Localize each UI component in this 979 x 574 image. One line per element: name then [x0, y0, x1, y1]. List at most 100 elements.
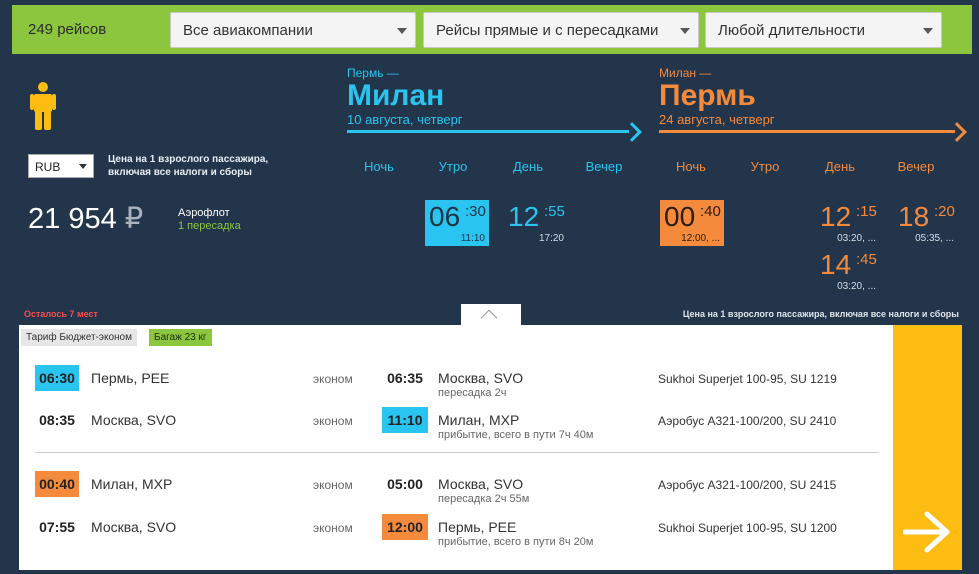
outbound-slot-selected[interactable]: 06 :30 11:10 [425, 200, 489, 246]
slot-hours: 12 [508, 201, 540, 232]
segment-note: пересадка 2ч 55м [438, 493, 530, 505]
arrow-right-icon [622, 122, 642, 142]
segment-departure-city: Милан, MXP [91, 476, 173, 492]
flights-count: 249 рейсов [28, 21, 107, 38]
return-arrow-line [659, 130, 955, 133]
return-from: Милан — [659, 66, 712, 80]
seats-left: Осталось 7 мест [24, 309, 98, 319]
stops-count: 1 пересадка [178, 220, 241, 232]
slot-arrival: 12:00, ... [681, 233, 720, 244]
tod-out-night: Ночь [364, 159, 394, 174]
duration-dropdown-label: Любой длительности [718, 22, 865, 39]
airline-name: Аэрофлот [178, 207, 230, 219]
flight-details-panel: Тариф Бюджет-эконом Багаж 23 кг 06:30 Пе… [19, 325, 893, 570]
currency-select[interactable]: RUB [28, 154, 94, 178]
segment-departure-city: Москва, SVO [91, 412, 177, 428]
slot-minutes: :55 [544, 203, 565, 220]
chevron-down-icon [680, 28, 690, 34]
segment-arrival-city: Москва, SVO [438, 370, 524, 386]
chevron-down-icon [923, 28, 933, 34]
tod-out-evening: Вечер [585, 159, 623, 174]
duration-dropdown[interactable]: Любой длительности [705, 12, 942, 48]
slot-arrival: 11:10 [460, 233, 485, 244]
segment-aircraft: Аэробус А321-100/200, SU 2410 [658, 414, 837, 428]
ticket-price: 21 954 ₽ [28, 201, 143, 236]
segment-row: 07:55 Москва, SVO эконом 12:00 Пермь, PE… [19, 510, 893, 548]
return-slot[interactable]: 14 :45 03:20, ... [816, 248, 880, 294]
segment-note: прибытие, всего в пути 7ч 40м [438, 429, 594, 441]
segment-class: эконом [313, 414, 353, 428]
chevron-up-icon [480, 309, 498, 327]
arrow-right-icon [903, 511, 950, 553]
return-direction: Милан — Пермь 24 августа, четверг [659, 66, 775, 127]
outbound-slot[interactable]: 12 :55 17:20 [504, 200, 568, 246]
segment-row: 00:40 Милан, MXP эконом 05:00 Москва, SV… [19, 467, 893, 505]
collapse-details-button[interactable] [461, 304, 521, 327]
filter-bar: 249 рейсов Все авиакомпании Рейсы прямые… [12, 0, 972, 54]
segment-arrival-city: Москва, SVO [438, 476, 524, 492]
chevron-down-icon [397, 28, 407, 34]
slot-hours: 18 [898, 201, 930, 232]
return-slot[interactable]: 18 :20 05:35, ... [894, 200, 958, 246]
slot-hours: 12 [820, 201, 852, 232]
segment-arrival-time: 05:00 [387, 476, 423, 492]
outbound-date: 10 августа, четверг [347, 112, 463, 127]
stops-dropdown-label: Рейсы прямые и с пересадками [436, 22, 659, 39]
segment-departure-time: 06:30 [35, 365, 79, 391]
currency-select-value: RUB [35, 160, 61, 174]
stops-dropdown[interactable]: Рейсы прямые и с пересадками [423, 12, 699, 48]
baggage-badge: Багаж 23 кг [149, 329, 212, 346]
price-note: Цена на 1 взрослого пассажира, включая в… [108, 154, 269, 178]
return-slot[interactable]: 12 :15 03:20, ... [816, 200, 880, 246]
slot-minutes: :20 [934, 203, 955, 220]
segments-divider [35, 452, 879, 453]
tod-ret-evening: Вечер [897, 159, 935, 174]
tod-out-day: День [513, 159, 543, 174]
passenger-icon[interactable] [30, 82, 56, 130]
slot-arrival: 17:20 [538, 233, 564, 244]
segment-arrival-time: 11:10 [382, 407, 428, 433]
segment-note: прибытие, всего в пути 8ч 20м [438, 536, 594, 548]
segment-aircraft: Sukhoi Superjet 100-95, SU 1219 [658, 372, 837, 386]
tariff-badge: Тариф Бюджет-эконом [21, 329, 137, 346]
airlines-dropdown[interactable]: Все авиакомпании [170, 12, 416, 48]
flight-search-page: 249 рейсов Все авиакомпании Рейсы прямые… [0, 0, 979, 574]
return-slot-selected[interactable]: 00 :40 12:00, ... [660, 200, 724, 246]
segment-class: эконом [313, 372, 353, 386]
price-note-bottom: Цена на 1 взрослого пассажира, включая в… [682, 309, 959, 319]
chevron-down-icon [79, 164, 87, 169]
segment-class: эконом [313, 521, 353, 535]
slot-hours: 14 [820, 249, 852, 280]
segment-departure-city: Москва, SVO [91, 519, 177, 535]
slot-arrival: 05:35, ... [915, 233, 954, 244]
segment-arrival-city: Пермь, PEE [438, 519, 517, 535]
slot-minutes: :30 [465, 203, 486, 220]
return-city: Пермь [659, 79, 756, 112]
tod-ret-day: День [825, 159, 855, 174]
segment-row: 06:30 Пермь, PEE эконом 06:35 Москва, SV… [19, 361, 893, 399]
segment-departure-city: Пермь, PEE [91, 370, 170, 386]
outbound-direction: Пермь — Милан 10 августа, четверг [347, 66, 463, 127]
segment-aircraft: Sukhoi Superjet 100-95, SU 1200 [658, 521, 837, 535]
slot-arrival: 03:20, ... [837, 281, 876, 292]
buy-ticket-button[interactable] [893, 325, 962, 570]
segment-arrival-time: 06:35 [387, 370, 423, 386]
tod-ret-morning: Утро [750, 159, 780, 174]
segment-class: эконом [313, 478, 353, 492]
segment-aircraft: Аэробус А321-100/200, SU 2415 [658, 478, 837, 492]
tod-out-morning: Утро [438, 159, 468, 174]
slot-hours: 06 [429, 201, 461, 232]
ticket-price-value: 21 954 [28, 203, 117, 235]
slot-minutes: :45 [856, 251, 877, 268]
segment-arrival-city: Милан, MXP [438, 412, 520, 428]
outbound-city: Милан [347, 79, 445, 112]
airlines-dropdown-label: Все авиакомпании [183, 22, 313, 39]
arrow-right-icon [947, 122, 967, 142]
segment-note: пересадка 2ч [438, 387, 507, 399]
slot-hours: 00 [664, 201, 696, 232]
slot-minutes: :40 [700, 203, 721, 220]
outbound-arrow-line [347, 130, 629, 133]
return-date: 24 августа, четверг [659, 112, 775, 127]
segment-row: 08:35 Москва, SVO эконом 11:10 Милан, MX… [19, 403, 893, 441]
slot-arrival: 03:20, ... [837, 233, 876, 244]
